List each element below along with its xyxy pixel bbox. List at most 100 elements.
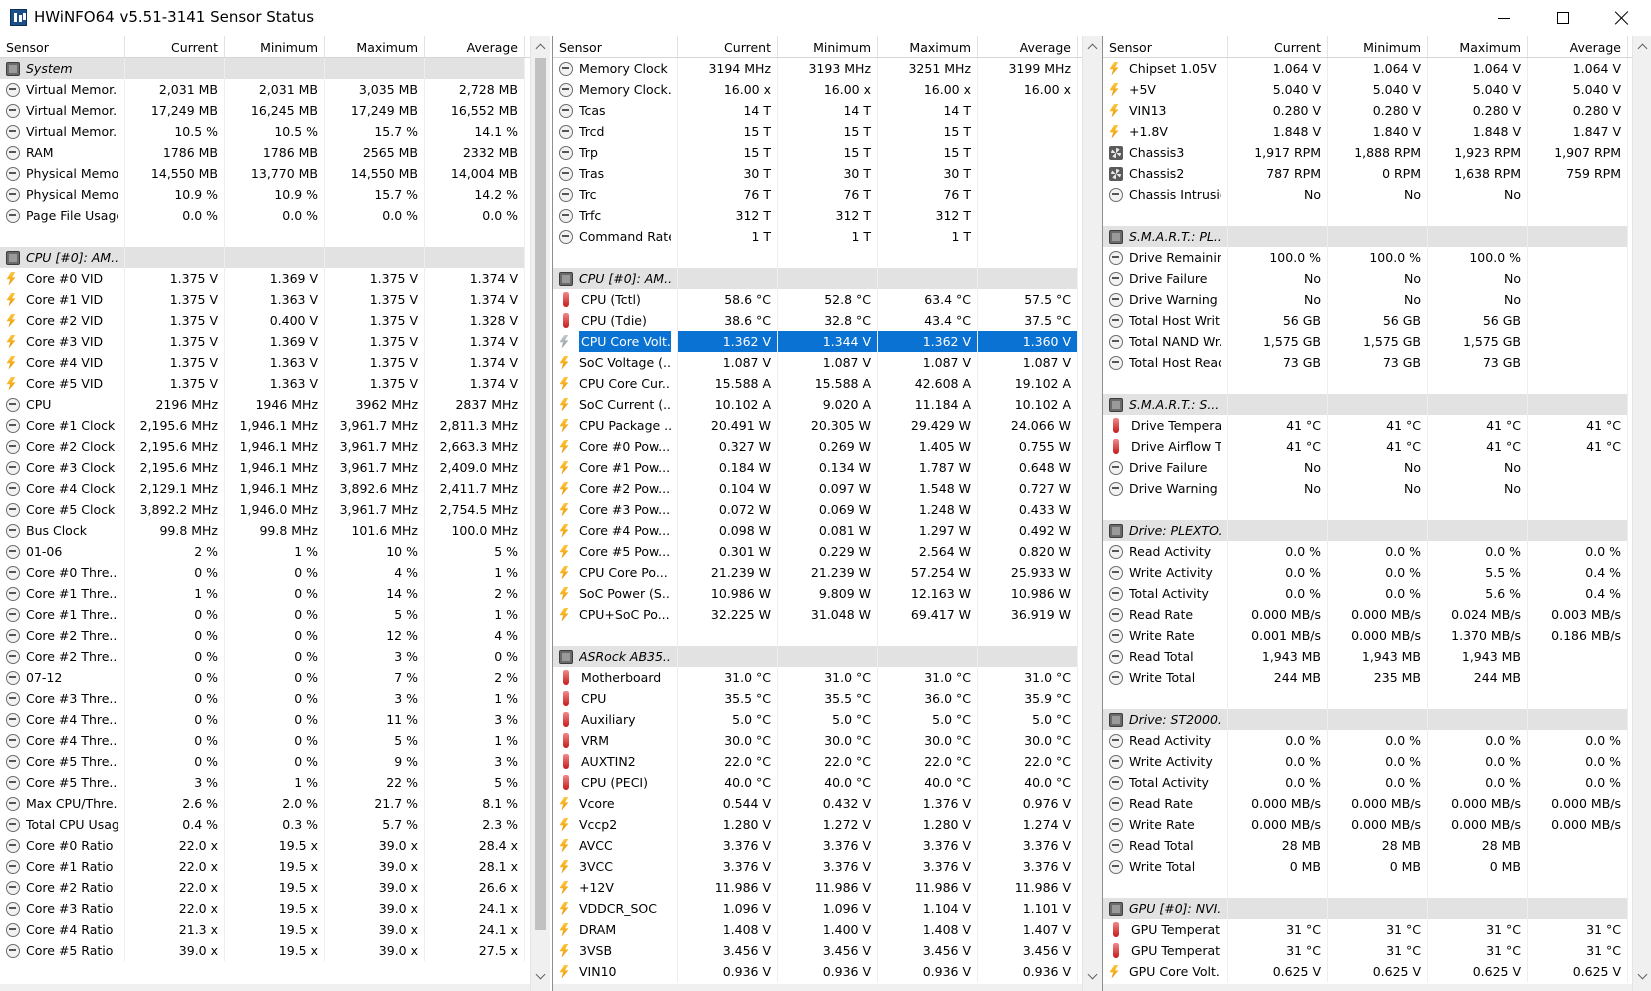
sensor-row[interactable]: Tcas 14 T 14 T 14 T bbox=[553, 100, 1082, 121]
sensor-row[interactable]: RAM 1786 MB 1786 MB 2565 MB 2332 MB bbox=[0, 142, 530, 163]
sensor-row[interactable]: Write Rate 0.001 MB/s 0.000 MB/s 1.370 MB/s… bbox=[1103, 625, 1632, 646]
vertical-scrollbar[interactable] bbox=[530, 36, 550, 991]
sensor-list[interactable]: Sensor Current Minimum Maximum Average M… bbox=[553, 36, 1082, 991]
sensor-row[interactable]: Virtual Memor... 2,031 MB 2,031 MB 3,035 MB… bbox=[0, 79, 530, 100]
sensor-row[interactable]: Auxiliary 5.0 °C 5.0 °C 5.0 °C 5.0 °C bbox=[553, 709, 1082, 730]
horizontal-scrollbar[interactable] bbox=[1103, 984, 1632, 991]
sensor-row[interactable]: Core #5 Thre... 0 % 0 % 9 % 3 % bbox=[0, 751, 530, 772]
sensor-list[interactable]: Sensor Current Minimum Maximum Average S… bbox=[0, 36, 530, 991]
sensor-row[interactable]: Total Activity 0.0 % 0.0 % 0.0 % 0.0 % bbox=[1103, 772, 1632, 793]
sensor-row[interactable]: CPU (Tdie) 38.6 °C 32.8 °C 43.4 °C 37.5 °C bbox=[553, 310, 1082, 331]
sensor-row[interactable]: Core #3 Clock 2,195.6 MHz 1,946.1 MHz 3,961… bbox=[0, 457, 530, 478]
close-button[interactable] bbox=[1592, 0, 1651, 36]
sensor-row[interactable]: Core #1 VID 1.375 V 1.363 V 1.375 V 1.374 V bbox=[0, 289, 530, 310]
sensor-row[interactable]: Total Activity 0.0 % 0.0 % 5.6 % 0.4 % bbox=[1103, 583, 1632, 604]
sensor-row[interactable]: Chassis3 1,917 RPM 1,888 RPM 1,923 RPM 1,907… bbox=[1103, 142, 1632, 163]
sensor-row[interactable]: Core #3 Ratio 22.0 x 19.5 x 39.0 x 24.1 x bbox=[0, 898, 530, 919]
sensor-row[interactable]: GPU Core Volt... 0.625 V 0.625 V 0.625 V 0.6… bbox=[1103, 961, 1632, 982]
column-header-average[interactable]: Average bbox=[425, 36, 525, 57]
sensor-row[interactable]: Core #1 Clock 2,195.6 MHz 1,946.1 MHz 3,961… bbox=[0, 415, 530, 436]
sensor-row[interactable]: Write Total 0 MB 0 MB 0 MB bbox=[1103, 856, 1632, 877]
sensor-row[interactable]: Read Total 28 MB 28 MB 28 MB bbox=[1103, 835, 1632, 856]
sensor-row[interactable]: Drive Airflow T...41 °C41 °C41 °C41 °C bbox=[1103, 436, 1632, 457]
sensor-row[interactable]: Core #1 Thre... 1 % 0 % 14 % 2 % bbox=[0, 583, 530, 604]
horizontal-scrollbar[interactable] bbox=[553, 984, 1082, 991]
sensor-row[interactable]: SoC Power (S... 10.986 W 9.809 W 12.163 W 10… bbox=[553, 583, 1082, 604]
sensor-row[interactable]: Vcore 0.544 V 0.432 V 1.376 V 0.976 V bbox=[553, 793, 1082, 814]
sensor-row[interactable]: CPU 35.5 °C 35.5 °C 36.0 °C 35.9 °C bbox=[553, 688, 1082, 709]
title-bar[interactable]: HWiNFO64 v5.51-3141 Sensor Status bbox=[0, 0, 1651, 36]
sensor-row[interactable]: CPU Core Po... 21.239 W 21.239 W 57.254 W 25… bbox=[553, 562, 1082, 583]
sensor-row[interactable]: Command Rate 1 T1 T1 T bbox=[553, 226, 1082, 247]
sensor-row[interactable]: SoC Current (... 10.102 A 9.020 A 11.184 A1… bbox=[553, 394, 1082, 415]
sensor-row[interactable]: Chassis IntrusionNoNoNo bbox=[1103, 184, 1632, 205]
sensor-row[interactable]: Core #2 VID 1.375 V 0.400 V 1.375 V 1.328 V bbox=[0, 310, 530, 331]
sensor-row[interactable]: Read Activity 0.0 % 0.0 % 0.0 % 0.0 % bbox=[1103, 730, 1632, 751]
sensor-row[interactable]: +1.8V 1.848 V 1.840 V 1.848 V 1.847 V bbox=[1103, 121, 1632, 142]
vertical-scrollbar[interactable] bbox=[1082, 36, 1102, 991]
sensor-row[interactable]: Trcd 15 T 15 T 15 T bbox=[553, 121, 1082, 142]
sensor-row[interactable]: Trc 76 T 76 T 76 T bbox=[553, 184, 1082, 205]
sensor-row[interactable]: Write Rate 0.000 MB/s 0.000 MB/s 0.000 MB/s… bbox=[1103, 814, 1632, 835]
minimize-button[interactable] bbox=[1474, 0, 1534, 36]
sensor-group-header[interactable]: System bbox=[0, 58, 530, 79]
sensor-row[interactable]: Write Total 244 MB 235 MB 244 MB bbox=[1103, 667, 1632, 688]
sensor-row[interactable]: Write Activity 0.0 % 0.0 % 0.0 % 0.0 % bbox=[1103, 751, 1632, 772]
sensor-row[interactable]: Physical Memo... 14,550 MB13,770 MB14,550… bbox=[0, 163, 530, 184]
scrollbar-thumb[interactable] bbox=[535, 58, 546, 930]
scroll-down-button[interactable] bbox=[531, 968, 550, 985]
sensor-row[interactable]: Core #2 Pow... 0.104 W 0.097 W 1.548 W 0.727… bbox=[553, 478, 1082, 499]
sensor-row[interactable]: Chassis2 787 RPM 0 RPM 1,638 RPM 759 RPM bbox=[1103, 163, 1632, 184]
sensor-row[interactable]: CPU (PECI) 40.0 °C 40.0 °C 40.0 °C 40.0 °C bbox=[553, 772, 1082, 793]
sensor-row[interactable]: Core #4 Thre... 0 % 0 % 5 % 1 % bbox=[0, 730, 530, 751]
sensor-row[interactable]: CPU+SoC Po... 32.225 W 31.048 W 69.417 W 36.… bbox=[553, 604, 1082, 625]
sensor-row[interactable]: Drive Warning No No No bbox=[1103, 478, 1632, 499]
sensor-row[interactable]: Core #2 Ratio 22.0 x 19.5 x 39.0 x 26.6 x bbox=[0, 877, 530, 898]
sensor-row[interactable]: Core #4 Pow... 0.098 W 0.081 W 1.297 W 0.492… bbox=[553, 520, 1082, 541]
sensor-group-header[interactable]: Drive: ST2000... bbox=[1103, 709, 1632, 730]
sensor-row[interactable]: Core #2 Clock 2,195.6 MHz 1,946.1 MHz 3,961… bbox=[0, 436, 530, 457]
sensor-row[interactable]: Core #0 Pow... 0.327 W 0.269 W 1.405 W 0.755… bbox=[553, 436, 1082, 457]
sensor-row[interactable]: Total CPU Usage 0.4 % 0.3 % 5.7 % 2.3 % bbox=[0, 814, 530, 835]
column-header-minimum[interactable]: Minimum bbox=[778, 36, 878, 57]
sensor-row[interactable]: 3VSB 3.456 V 3.456 V 3.456 V 3.456 V bbox=[553, 940, 1082, 961]
sensor-row[interactable]: CPU Core Volt... 1.362 V 1.344 V 1.362 V 1.3… bbox=[553, 331, 1082, 352]
sensor-row[interactable]: Core #2 Thre... 0 % 0 % 3 % 0 % bbox=[0, 646, 530, 667]
sensor-row[interactable]: Core #1 Pow... 0.184 W 0.134 W 1.787 W 0.648… bbox=[553, 457, 1082, 478]
sensor-row[interactable]: Tras 30 T 30 T 30 T bbox=[553, 163, 1082, 184]
column-header-average[interactable]: Average bbox=[978, 36, 1078, 57]
column-header-minimum[interactable]: Minimum bbox=[225, 36, 325, 57]
sensor-row[interactable]: Core #3 Pow... 0.072 W 0.069 W 1.248 W 0.433… bbox=[553, 499, 1082, 520]
sensor-row[interactable]: Memory Clock... 16.00 x 16.00 x 16.00 x 16.0… bbox=[553, 79, 1082, 100]
sensor-row[interactable]: Core #5 VID 1.375 V 1.363 V 1.375 V 1.374 V bbox=[0, 373, 530, 394]
sensor-row[interactable]: Drive Failure No No No bbox=[1103, 268, 1632, 289]
column-header-maximum[interactable]: Maximum bbox=[325, 36, 425, 57]
column-header-current[interactable]: Current bbox=[125, 36, 225, 57]
sensor-row[interactable]: Core #3 Thre... 0 % 0 % 3 % 1 % bbox=[0, 688, 530, 709]
sensor-row[interactable]: 3VCC 3.376 V 3.376 V 3.376 V 3.376 V bbox=[553, 856, 1082, 877]
sensor-group-header[interactable]: CPU [#0]: AM... bbox=[553, 268, 1082, 289]
sensor-row[interactable]: Drive Failure No No No bbox=[1103, 457, 1632, 478]
sensor-list[interactable]: Sensor Current Minimum Maximum Average C… bbox=[1103, 36, 1632, 991]
sensor-row[interactable]: VDDCR_SOC 1.096 V 1.096 V 1.104 V 1.101 V bbox=[553, 898, 1082, 919]
vertical-scrollbar[interactable] bbox=[1632, 36, 1651, 991]
sensor-row[interactable]: Max CPU/Thre... 2.6 % 2.0 % 21.7 % 8.1 % bbox=[0, 793, 530, 814]
scroll-up-button[interactable] bbox=[1633, 38, 1651, 55]
column-header-sensor[interactable]: Sensor bbox=[1103, 36, 1228, 57]
sensor-row[interactable]: Read Activity 0.0 % 0.0 % 0.0 % 0.0 % bbox=[1103, 541, 1632, 562]
sensor-row[interactable]: Total Host Reads73 GB73 GB73 GB bbox=[1103, 352, 1632, 373]
sensor-group-header[interactable]: S.M.A.R.T.: PL... bbox=[1103, 226, 1632, 247]
column-header-minimum[interactable]: Minimum bbox=[1328, 36, 1428, 57]
sensor-row[interactable]: DRAM 1.408 V 1.400 V 1.408 V 1.407 V bbox=[553, 919, 1082, 940]
sensor-row[interactable]: Write Activity 0.0 % 0.0 % 5.5 % 0.4 % bbox=[1103, 562, 1632, 583]
column-header-current[interactable]: Current bbox=[678, 36, 778, 57]
column-header-average[interactable]: Average bbox=[1528, 36, 1628, 57]
scroll-down-button[interactable] bbox=[1083, 968, 1102, 985]
sensor-row[interactable]: VRM 30.0 °C 30.0 °C 30.0 °C 30.0 °C bbox=[553, 730, 1082, 751]
sensor-row[interactable]: AVCC 3.376 V 3.376 V 3.376 V 3.376 V bbox=[553, 835, 1082, 856]
sensor-row[interactable]: Physical Memo...10.9 %10.9 %15.7 %14.2 % bbox=[0, 184, 530, 205]
sensor-row[interactable]: Read Rate 0.000 MB/s 0.000 MB/s 0.024 MB/s 0… bbox=[1103, 604, 1632, 625]
sensor-group-header[interactable]: S.M.A.R.T.: S... bbox=[1103, 394, 1632, 415]
sensor-row[interactable]: Core #2 Thre... 0 % 0 % 12 % 4 % bbox=[0, 625, 530, 646]
horizontal-scrollbar[interactable] bbox=[0, 984, 530, 991]
